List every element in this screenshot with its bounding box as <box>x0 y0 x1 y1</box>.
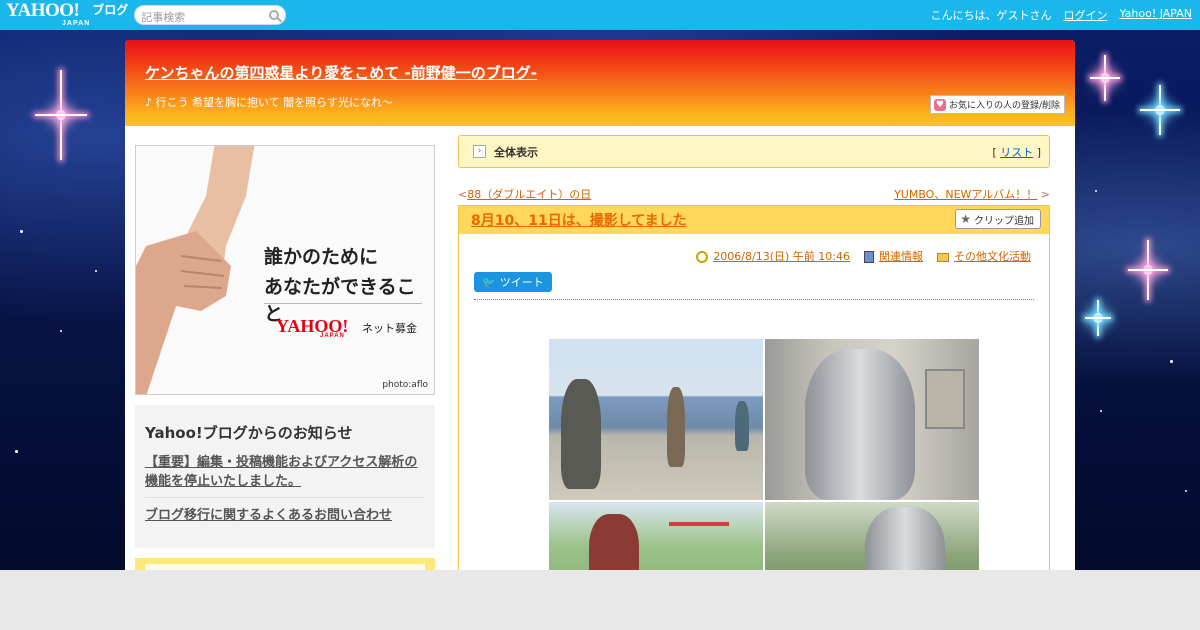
playground-structure <box>669 522 729 562</box>
view-mode-label: 全体表示 <box>494 145 538 159</box>
entry-category: その他文化活動 <box>937 248 1031 264</box>
house-window <box>925 369 965 429</box>
yahoo-japan-link[interactable]: Yahoo! JAPAN <box>1119 7 1192 23</box>
folder-icon <box>937 252 949 262</box>
notice-link[interactable]: ブログ移行に関するよくあるお問い合わせ <box>145 506 425 531</box>
star-decoration <box>20 230 23 233</box>
blog-entry: 8月10、11日は、撮影してました ★ クリップ追加 2006/8/13(日) … <box>458 205 1050 612</box>
tweet-label: ツイート <box>499 276 544 289</box>
page-footer-area <box>0 570 1200 630</box>
sparkle-decoration <box>35 70 87 160</box>
sparkle-decoration <box>1090 55 1120 101</box>
list-link-wrap: [ リスト ] <box>992 144 1041 160</box>
star-decoration <box>1170 360 1173 363</box>
person-figure <box>735 401 749 451</box>
star-decoration <box>1095 190 1097 192</box>
ad-divider <box>264 303 422 304</box>
favorite-register-button[interactable]: ♥ お気に入りの人の登録/削除 <box>929 95 1065 114</box>
sparkle-decoration <box>1140 85 1180 135</box>
next-entry: YUMBO、NEWアルバム！！ > <box>894 186 1050 202</box>
notice-heading: Yahoo!ブログからのお知らせ <box>145 424 353 442</box>
prev-entry-link[interactable]: 88（ダブルエイト）の日 <box>467 188 591 201</box>
top-bar: YAHOO! JAPAN ブログ こんにちは、ゲストさん ログイン Yahoo!… <box>0 0 1200 30</box>
star-decoration <box>1100 410 1102 412</box>
twitter-bird-icon: 🐦 <box>482 275 496 289</box>
costume-figure <box>561 379 601 489</box>
user-links: こんにちは、ゲストさん ログイン Yahoo! JAPAN <box>930 7 1192 23</box>
clock-icon <box>696 251 709 263</box>
search-input[interactable] <box>135 8 261 27</box>
logo-sub-text: JAPAN <box>62 20 91 27</box>
logo-blog-text: ブログ <box>92 3 129 17</box>
entry-divider <box>474 299 1034 300</box>
next-mark: > <box>1040 188 1050 201</box>
list-link[interactable]: リスト <box>1000 146 1033 159</box>
hands-illustration <box>136 146 255 394</box>
clip-add-button[interactable]: ★ クリップ追加 <box>955 209 1041 229</box>
sparkle-decoration <box>1128 240 1168 300</box>
entry-header: 8月10、11日は、撮影してました ★ クリップ追加 <box>459 206 1049 234</box>
category-link[interactable]: その他文化活動 <box>954 250 1031 263</box>
ad-headline-1: 誰かのために <box>264 246 379 268</box>
search-icon[interactable] <box>269 10 280 20</box>
cameraman-figure <box>667 387 685 467</box>
yahoo-blog-logo[interactable]: YAHOO! JAPAN ブログ <box>6 0 129 28</box>
prev-entry: <88（ダブルエイト）の日 <box>458 186 591 202</box>
entry-date-link[interactable]: 2006/8/13(日) 午前 10:46 <box>713 250 850 263</box>
login-link[interactable]: ログイン <box>1063 7 1107 23</box>
related-info: 関連情報 <box>864 248 923 264</box>
entry-date: 2006/8/13(日) 午前 10:46 <box>696 248 850 264</box>
logo-text: YAHOO! <box>6 0 80 21</box>
star-decoration <box>60 330 62 332</box>
entry-meta: 2006/8/13(日) 午前 10:46 関連情報 その他文化活動 <box>696 248 1031 264</box>
entry-title-link[interactable]: 8月10、11日は、撮影してました <box>471 210 687 230</box>
search-box <box>134 5 287 27</box>
sparkle-decoration <box>1085 300 1111 336</box>
silver-suit-figure <box>805 349 915 500</box>
tweet-button[interactable]: 🐦 ツイート <box>474 272 552 292</box>
ad-photo-credit: photo:aflo <box>382 380 428 390</box>
related-info-link[interactable]: 関連情報 <box>879 250 923 263</box>
arrow-icon: › <box>473 145 486 158</box>
clip-add-label: クリップ追加 <box>974 215 1034 227</box>
star-icon: ★ <box>960 212 971 226</box>
blog-title-link[interactable]: ケンちゃんの第四惑星より愛をこめて -前野健一のブログ- <box>145 62 537 83</box>
ad-yahoo-logo: YAHOO! JAPAN <box>276 316 348 339</box>
star-decoration <box>1185 490 1187 492</box>
next-entry-link[interactable]: YUMBO、NEWアルバム！！ <box>894 188 1037 201</box>
bracket-close: ] <box>1033 145 1041 159</box>
ad-logo-sub: JAPAN <box>320 333 345 339</box>
star-decoration <box>95 270 97 272</box>
blog-subtitle: ♪ 行こう 希望を胸に抱いて 闇を照らす光になれ～ <box>145 96 393 109</box>
view-mode-bar: › 全体表示 [ リスト ] <box>458 135 1050 168</box>
notice-box: Yahoo!ブログからのお知らせ 【重要】編集・投稿機能およびアクセス解析の機能… <box>135 405 435 548</box>
favorite-button-label: お気に入りの人の登録/削除 <box>948 101 1060 111</box>
blog-header: ケンちゃんの第四惑星より愛をこめて -前野健一のブログ- ♪ 行こう 希望を胸に… <box>125 40 1075 126</box>
entry-pager: <88（ダブルエイト）の日 YUMBO、NEWアルバム！！ > <box>458 186 1050 202</box>
entry-photo-collage[interactable] <box>549 339 979 612</box>
yahoo-logo: YAHOO! JAPAN <box>6 0 91 28</box>
book-icon <box>864 251 874 263</box>
star-decoration <box>15 450 18 453</box>
ad-service-name: ネット募金 <box>362 322 417 335</box>
photo-filming-outdoors <box>549 339 763 500</box>
greeting-text: こんにちは、ゲストさん <box>930 9 1052 22</box>
photo-silver-suit <box>765 339 979 500</box>
prev-mark: < <box>458 188 468 201</box>
notice-link[interactable]: 【重要】編集・投稿機能およびアクセス解析の機能を停止いたしました。 <box>145 453 425 498</box>
heart-icon: ♥ <box>933 98 946 111</box>
blog-container: ケンちゃんの第四惑星より愛をこめて -前野健一のブログ- ♪ 行こう 希望を胸に… <box>125 40 1075 612</box>
charity-ad-banner[interactable]: 誰かのために あなたができること YAHOO! JAPAN ネット募金 phot… <box>135 145 435 395</box>
